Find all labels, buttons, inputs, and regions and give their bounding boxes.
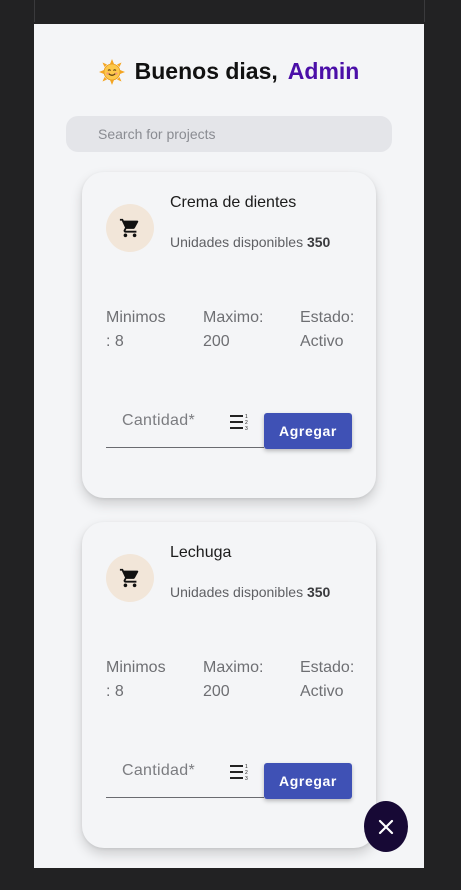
svg-text:3: 3 [245, 426, 248, 431]
units-label: Unidades disponibles [170, 234, 304, 250]
product-avatar [106, 204, 154, 252]
units-value: 350 [306, 234, 331, 250]
product-card: Crema de dientes Unidades disponibles 35… [82, 172, 376, 498]
min-stat: Minimos : 8 [106, 656, 166, 704]
max-value: 200 [203, 333, 230, 350]
max-label: Maximo: [203, 309, 264, 326]
quantity-label: Cantidad* [122, 762, 195, 779]
add-button[interactable]: Agregar [264, 413, 352, 449]
quantity-field[interactable]: Cantidad* 1 2 3 [106, 396, 264, 448]
units-available: Unidades disponibles 350 [170, 234, 330, 250]
numbered-list-icon: 1 2 3 [230, 764, 248, 781]
search-input[interactable] [66, 116, 392, 152]
state-label: Estado: [300, 659, 355, 676]
min-label: Minimos [106, 659, 166, 676]
app-window: Buenos dias, Admin Crema de dientes Unid… [34, 24, 424, 868]
min-stat: Minimos : 8 [106, 306, 166, 354]
max-label: Maximo: [203, 659, 264, 676]
units-value: 350 [306, 584, 331, 600]
product-name: Lechuga [170, 544, 232, 561]
shopping-cart-icon [119, 218, 139, 238]
greeting-text: Buenos dias, [134, 58, 278, 84]
close-fab-button[interactable] [364, 801, 408, 852]
product-card: Lechuga Unidades disponibles 350 Minimos… [82, 522, 376, 848]
user-name: Admin [287, 58, 360, 84]
state-label: Estado: [300, 309, 355, 326]
close-icon [378, 819, 394, 834]
units-available: Unidades disponibles 350 [170, 584, 330, 600]
min-value: : 8 [106, 683, 124, 700]
quantity-field[interactable]: Cantidad* 1 2 3 [106, 746, 264, 798]
min-label: Minimos [106, 309, 166, 326]
min-value: : 8 [106, 333, 124, 350]
max-stat: Maximo: 200 [203, 656, 263, 704]
numbered-list-icon: 1 2 3 [230, 414, 248, 431]
state-stat: Estado: Activo [300, 306, 354, 354]
add-button[interactable]: Agregar [264, 763, 352, 799]
quantity-label: Cantidad* [122, 412, 195, 429]
product-avatar [106, 554, 154, 602]
max-value: 200 [203, 683, 230, 700]
state-stat: Estado: Activo [300, 656, 354, 704]
product-name: Crema de dientes [170, 194, 297, 211]
max-stat: Maximo: 200 [203, 306, 263, 354]
smiling-sun-icon [98, 58, 125, 85]
frame-divider-right [424, 0, 425, 22]
shopping-cart-icon [119, 568, 139, 588]
frame-divider-left [34, 0, 35, 22]
svg-text:3: 3 [245, 776, 248, 781]
greeting-header: Buenos dias, Admin [34, 58, 424, 85]
units-label: Unidades disponibles [170, 584, 304, 600]
state-value: Activo [300, 333, 344, 350]
state-value: Activo [300, 683, 344, 700]
